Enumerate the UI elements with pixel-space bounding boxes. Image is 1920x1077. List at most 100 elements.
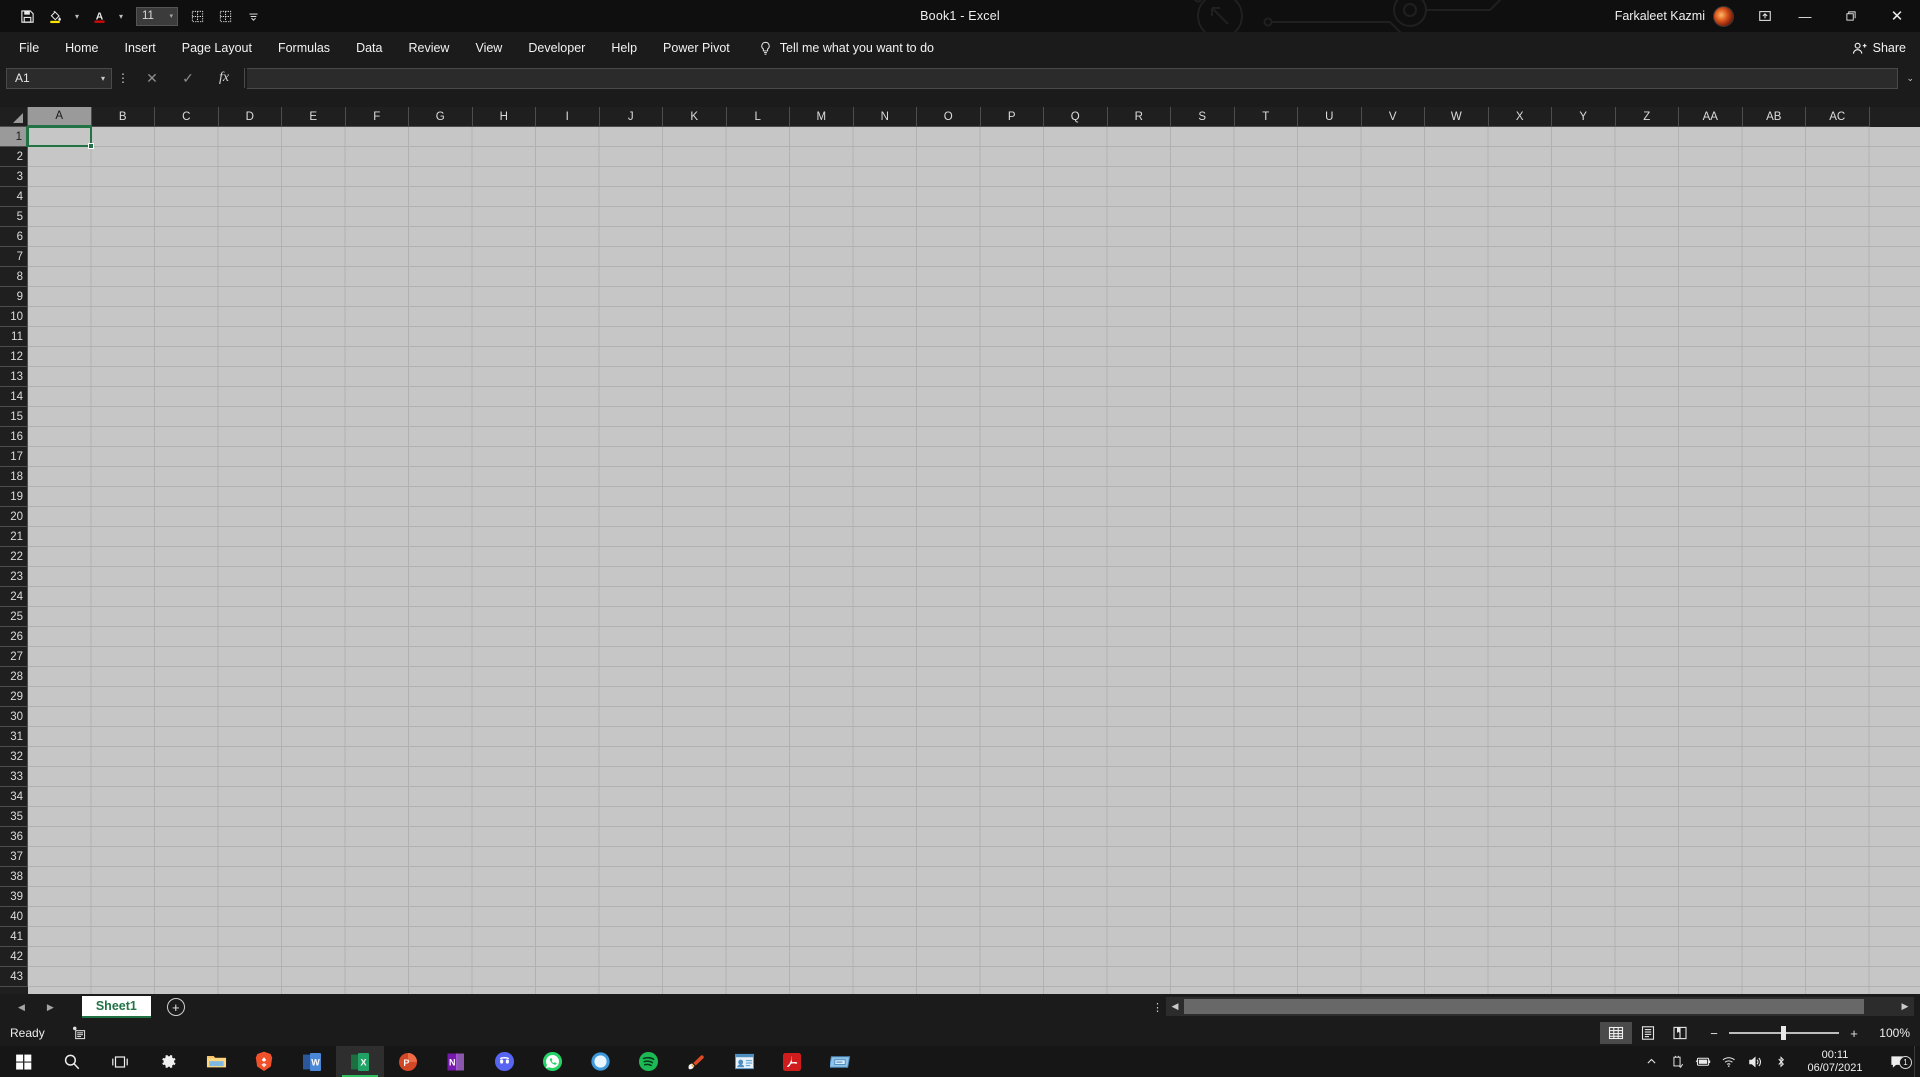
zoom-slider-track[interactable] [1729,1026,1839,1040]
task-view-button[interactable] [96,1046,144,1077]
row-header-29[interactable]: 29 [0,687,28,707]
zoom-in-button[interactable]: + [1848,1026,1860,1041]
row-header-27[interactable]: 27 [0,647,28,667]
row-header-34[interactable]: 34 [0,787,28,807]
powerpoint-app[interactable]: P [384,1046,432,1077]
horizontal-scroll-track[interactable] [1184,999,1896,1014]
share-button[interactable]: Share [1852,32,1906,64]
row-header-37[interactable]: 37 [0,847,28,867]
excel-app[interactable]: X [336,1046,384,1077]
row-header-16[interactable]: 16 [0,427,28,447]
row-header-6[interactable]: 6 [0,227,28,247]
name-box[interactable]: A1 ▾ [6,67,112,89]
scroll-left-icon[interactable]: ◀ [1166,1001,1184,1012]
ribbon-tab-developer[interactable]: Developer [515,32,598,64]
row-header-28[interactable]: 28 [0,667,28,687]
start-button[interactable] [0,1046,48,1077]
horizontal-scroll-thumb[interactable] [1184,999,1864,1014]
battery-icon[interactable] [1690,1055,1716,1068]
zoom-level-label[interactable]: 100% [1868,1026,1910,1040]
column-header-s[interactable]: S [1171,107,1235,127]
ribbon-tab-power-pivot[interactable]: Power Pivot [650,32,743,64]
row-header-26[interactable]: 26 [0,627,28,647]
page-layout-view-button[interactable] [1632,1022,1664,1044]
column-header-b[interactable]: B [91,107,155,127]
row-header-17[interactable]: 17 [0,447,28,467]
normal-view-button[interactable] [1600,1022,1632,1044]
column-header-q[interactable]: Q [1044,107,1108,127]
row-header-12[interactable]: 12 [0,347,28,367]
brave-browser-app[interactable] [240,1046,288,1077]
name-box-dropdown-arrow[interactable]: ▾ [101,74,105,83]
expand-formula-bar-icon[interactable]: ⌄ [1906,73,1914,84]
row-header-33[interactable]: 33 [0,767,28,787]
row-header-40[interactable]: 40 [0,907,28,927]
onenote-app[interactable]: N [432,1046,480,1077]
column-header-a[interactable]: A [28,107,92,127]
file-explorer-app[interactable] [192,1046,240,1077]
add-sheet-button[interactable]: + [166,998,185,1016]
avatar[interactable] [1713,5,1734,27]
page-break-preview-button[interactable] [1664,1022,1696,1044]
close-button[interactable]: ✕ [1874,0,1920,32]
search-button[interactable] [48,1046,96,1077]
ribbon-tab-review[interactable]: Review [395,32,462,64]
column-header-aa[interactable]: AA [1679,107,1743,127]
column-header-c[interactable]: C [155,107,219,127]
row-header-32[interactable]: 32 [0,747,28,767]
formula-input[interactable] [247,67,1898,89]
confirm-entry-icon[interactable]: ✓ [170,66,206,90]
clock[interactable]: 00:11 06/07/2021 [1802,1049,1868,1075]
row-header-21[interactable]: 21 [0,527,28,547]
sheet-tab-kebab-icon[interactable]: ⋮ [1152,1001,1163,1014]
row-header-23[interactable]: 23 [0,567,28,587]
column-header-z[interactable]: Z [1615,107,1679,127]
insert-function-icon[interactable]: fx [206,66,242,90]
column-header-p[interactable]: P [980,107,1044,127]
row-header-24[interactable]: 24 [0,587,28,607]
ribbon-tab-insert[interactable]: Insert [112,32,169,64]
sheet-tab-sheet1[interactable]: Sheet1 [81,996,151,1018]
column-header-y[interactable]: Y [1552,107,1616,127]
spotify-app[interactable] [624,1046,672,1077]
ribbon-display-options-icon[interactable] [1748,0,1782,32]
column-header-e[interactable]: E [282,107,346,127]
account-name[interactable]: Farkaleet Kazmi [1615,9,1705,23]
row-header-11[interactable]: 11 [0,327,28,347]
column-header-r[interactable]: R [1107,107,1171,127]
tell-me-box[interactable]: Tell me what you want to do [759,41,934,56]
contacts-app[interactable] [720,1046,768,1077]
column-header-i[interactable]: I [536,107,600,127]
scroll-right-icon[interactable]: ▶ [1896,1001,1914,1012]
row-header-13[interactable]: 13 [0,367,28,387]
font-size-dropdown-arrow[interactable]: ▾ [169,12,173,20]
ribbon-tab-view[interactable]: View [462,32,515,64]
accessibility-checker-icon[interactable] [71,1026,86,1040]
row-header-41[interactable]: 41 [0,927,28,947]
row-header-1[interactable]: 1 [0,127,28,147]
show-desktop-button[interactable] [1914,1046,1920,1077]
next-sheet-icon[interactable]: ▶ [47,1002,54,1013]
row-header-5[interactable]: 5 [0,207,28,227]
column-header-o[interactable]: O [917,107,981,127]
row-header-10[interactable]: 10 [0,307,28,327]
zoom-out-button[interactable]: − [1708,1026,1720,1041]
row-header-20[interactable]: 20 [0,507,28,527]
column-header-v[interactable]: V [1361,107,1425,127]
word-app[interactable]: W [288,1046,336,1077]
column-header-ac[interactable]: AC [1806,107,1870,127]
cell-area[interactable] [28,127,1920,994]
row-header-38[interactable]: 38 [0,867,28,887]
column-header-g[interactable]: G [409,107,473,127]
volume-icon[interactable] [1742,1055,1768,1069]
ribbon-tab-home[interactable]: Home [52,32,111,64]
row-header-4[interactable]: 4 [0,187,28,207]
bluetooth-icon[interactable] [1768,1055,1794,1069]
column-header-f[interactable]: F [345,107,409,127]
previous-sheet-icon[interactable]: ◀ [18,1002,25,1013]
column-header-ab[interactable]: AB [1742,107,1806,127]
column-header-h[interactable]: H [472,107,536,127]
column-header-j[interactable]: J [599,107,663,127]
column-header-w[interactable]: W [1425,107,1489,127]
row-header-3[interactable]: 3 [0,167,28,187]
